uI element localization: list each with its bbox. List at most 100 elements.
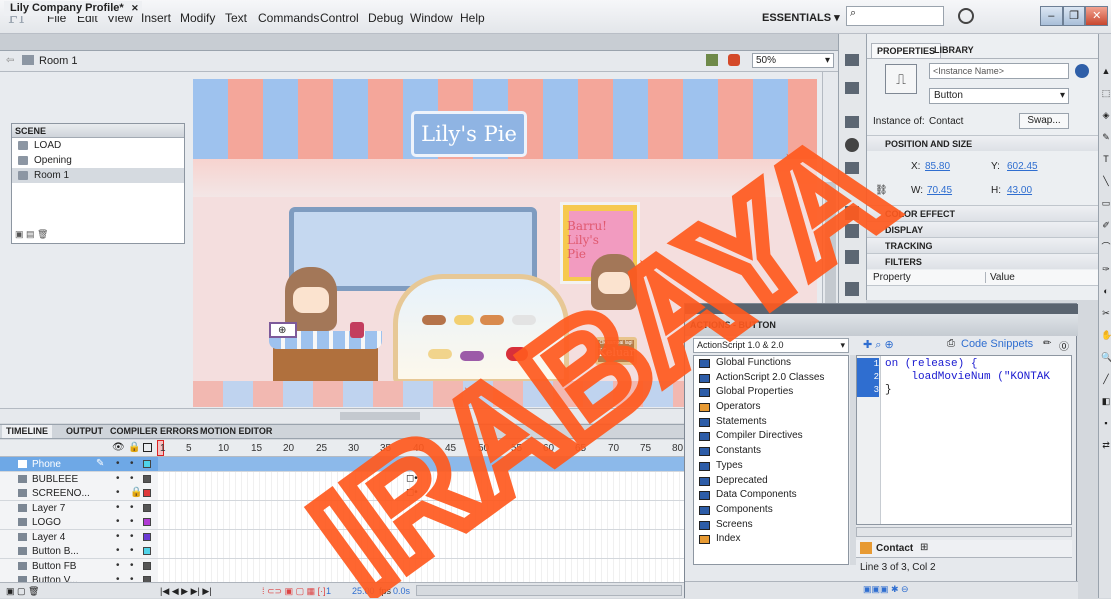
layer-name[interactable]: Button V...	[14, 573, 94, 582]
layer-name[interactable]: SCREENO...	[14, 486, 94, 501]
components-icon[interactable]	[845, 224, 859, 238]
script-assist-icons[interactable]: ▣▣▣ ✱ ⊖	[863, 584, 909, 595]
action-category[interactable]: Deprecated	[694, 474, 848, 489]
frame-ruler[interactable]: 1 5 10 15 20 25 30 35 40 45 50 55 60 65 70 75 80	[158, 440, 684, 457]
visibility-toggle[interactable]: •	[116, 516, 120, 527]
menu-text[interactable]: Text	[225, 11, 247, 25]
frame-track[interactable]	[158, 573, 684, 582]
color-panel-icon[interactable]	[845, 54, 859, 66]
help-icon[interactable]	[1075, 64, 1089, 78]
motion-presets-icon[interactable]	[845, 250, 859, 264]
action-category[interactable]: Global Properties	[694, 385, 848, 400]
frame-track[interactable]	[158, 544, 684, 558]
menu-insert[interactable]: Insert	[141, 11, 171, 25]
editor-horizontal-scrollbar[interactable]	[856, 527, 1072, 537]
workspace-switcher[interactable]: ESSENTIALS ▾	[762, 11, 840, 24]
section-filters[interactable]: FILTERS	[867, 253, 1099, 269]
frame-track[interactable]	[158, 529, 684, 544]
swap-button[interactable]: Swap...	[1019, 113, 1069, 129]
code-snippets-button[interactable]: Code Snippets	[961, 338, 1033, 350]
visibility-toggle[interactable]: •	[116, 574, 120, 582]
layer-name[interactable]: LOGO	[14, 515, 94, 530]
layer-name[interactable]: BUBLEEE	[14, 472, 94, 487]
x-value[interactable]: 85.80	[925, 161, 950, 172]
onion-skin-icon[interactable]: ⁞ ⊂⊃ ▣ ▢ ▦ [·]	[262, 583, 326, 599]
back-arrow-icon[interactable]: ⇦	[6, 55, 14, 66]
h-value[interactable]: 43.00	[1007, 185, 1032, 196]
visibility-toggle[interactable]: •	[116, 531, 120, 542]
document-tab[interactable]: Lily Company Profile* ✕	[4, 1, 142, 16]
keluar-button[interactable]: Ok sampai lagi Keluar	[595, 337, 637, 365]
visibility-toggle[interactable]: •	[116, 502, 120, 513]
outline-color-swatch[interactable]	[143, 561, 151, 570]
outline-color-swatch[interactable]	[143, 532, 151, 541]
outline-icon[interactable]	[143, 443, 152, 452]
tab-output[interactable]: OUTPUT	[62, 425, 107, 438]
add-action-icon[interactable]: ✚ ⌕ ⊕	[863, 338, 894, 352]
lock-ratio-icon[interactable]: ⛓	[875, 185, 888, 196]
eye-icon[interactable]: 👁	[112, 442, 125, 453]
edit-symbols-icon[interactable]	[728, 54, 740, 66]
frame-track[interactable]	[158, 558, 684, 573]
action-category[interactable]: Operators	[694, 400, 848, 415]
minimize-button[interactable]: –	[1040, 6, 1063, 26]
tab-library[interactable]: LIBRARY	[929, 43, 979, 58]
layer-row[interactable]: SCREENO... • 🔒 ◻•	[0, 486, 684, 501]
layer-row[interactable]: BUBLEEE • • ◻•	[0, 471, 684, 487]
layer-name[interactable]: Layer 7	[14, 501, 94, 516]
layer-row[interactable]: Button FB • •	[0, 558, 684, 574]
help-icon[interactable]: ⓪	[1059, 338, 1069, 353]
w-value[interactable]: 70.45	[927, 185, 952, 196]
section-color-effect[interactable]: COLOR EFFECT	[867, 205, 1099, 221]
lock-toggle[interactable]: •	[130, 545, 134, 556]
lock-toggle[interactable]: •	[130, 574, 134, 582]
layer-name[interactable]: Layer 4	[14, 530, 94, 545]
movie-explorer-icon[interactable]	[845, 282, 859, 296]
layer-row[interactable]: Layer 4 • •	[0, 529, 684, 545]
lock-toggle[interactable]: •	[130, 458, 134, 469]
action-category[interactable]: Compiler Directives	[694, 429, 848, 444]
pencil-icon[interactable]: ✏	[1043, 338, 1051, 349]
section-position-size[interactable]: POSITION AND SIZE	[867, 135, 1099, 151]
transform-icon[interactable]	[845, 162, 859, 174]
layer-name[interactable]: Button FB	[14, 559, 94, 574]
frame-rate[interactable]: 25.00	[352, 583, 375, 599]
y-value[interactable]: 602.45	[1007, 161, 1038, 172]
action-category[interactable]: Components	[694, 503, 848, 518]
lock-toggle[interactable]: •	[130, 516, 134, 527]
action-category[interactable]: Constants	[694, 444, 848, 459]
action-category[interactable]: Statements	[694, 415, 848, 430]
layer-name[interactable]: Button B...	[14, 544, 94, 559]
menu-modify[interactable]: Modify	[180, 11, 215, 25]
close-tab-icon[interactable]: ✕	[131, 1, 139, 16]
swatches-icon[interactable]	[845, 82, 859, 94]
instance-name-input[interactable]: <Instance Name>	[929, 63, 1069, 79]
visibility-toggle[interactable]: •	[116, 560, 120, 571]
symbol-type-select[interactable]: Button ▾	[929, 88, 1069, 104]
action-category[interactable]: ActionScript 2.0 Classes	[694, 371, 848, 386]
maximize-button[interactable]: ❐	[1062, 6, 1086, 26]
actions-panel-grip[interactable]	[685, 304, 1078, 314]
frame-track[interactable]	[158, 515, 684, 529]
outline-color-swatch[interactable]	[143, 547, 151, 555]
layer-row[interactable]: Phone ✎ • •	[0, 457, 684, 472]
layer-row[interactable]: LOGO • •	[0, 515, 684, 530]
frame-track[interactable]	[158, 486, 684, 500]
section-tracking[interactable]: TRACKING	[867, 237, 1099, 253]
layer-row[interactable]: Layer 7 • •	[0, 500, 684, 516]
tab-compiler-errors[interactable]: COMPILER ERRORS	[106, 425, 203, 438]
phone-button[interactable]: ⊕	[269, 322, 297, 338]
pin-script-icon[interactable]: ⊞	[920, 542, 928, 553]
frame-track[interactable]	[158, 500, 684, 515]
scene-panel-actions-icon[interactable]: ▣ ▤ 🗑	[15, 229, 48, 240]
layer-row[interactable]: Button V... • •	[0, 573, 684, 582]
outline-color-swatch[interactable]	[143, 489, 151, 497]
lock-icon[interactable]: 🔒	[128, 442, 140, 453]
action-category[interactable]: Data Components	[694, 488, 848, 503]
menu-commands[interactable]: Commands	[258, 11, 319, 25]
visibility-toggle[interactable]: •	[116, 487, 120, 498]
action-category[interactable]: Global Functions	[694, 356, 848, 371]
visibility-toggle[interactable]: •	[116, 473, 120, 484]
lock-toggle[interactable]: •	[130, 473, 134, 484]
current-scene[interactable]: Room 1	[39, 55, 78, 67]
